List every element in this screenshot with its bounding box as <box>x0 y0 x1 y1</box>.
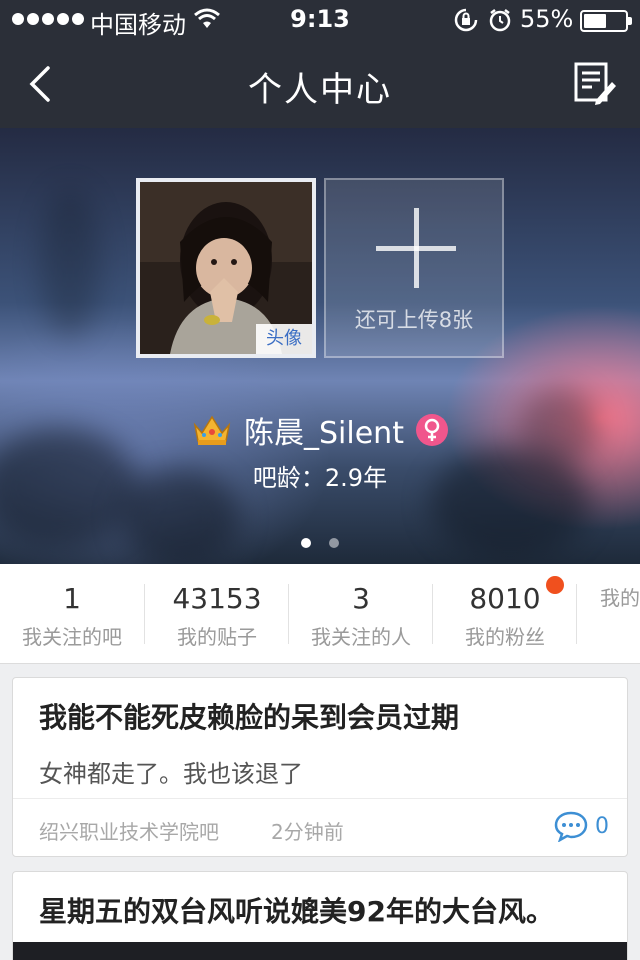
stat-number: 43153 <box>172 582 262 615</box>
stat-followed-bars[interactable]: 1 我关注的吧 <box>0 564 144 664</box>
post-title: 星期五的双台风听说媲美92年的大台风。 <box>39 895 554 928</box>
status-bar: 中国移动 9:13 55% <box>0 0 640 40</box>
alarm-icon <box>489 9 511 32</box>
edit-note-icon[interactable] <box>572 60 618 106</box>
page-dot <box>301 538 311 548</box>
stat-my-posts[interactable]: 43153 我的贴子 <box>145 564 289 664</box>
stat-more[interactable]: 我的 <box>577 564 640 664</box>
crown-icon <box>193 415 231 445</box>
orientation-lock-icon <box>454 8 478 32</box>
stat-number: 3 <box>352 582 370 615</box>
stat-number: 1 <box>63 582 81 615</box>
post-time: 2分钟前 <box>271 820 344 844</box>
bar-age: 吧龄：2.9年 <box>252 464 388 492</box>
post-image <box>13 942 627 960</box>
post-source-bar[interactable]: 绍兴职业技术学院吧 <box>39 816 219 845</box>
avatar-photo[interactable]: 头像 <box>136 178 316 358</box>
stat-label: 我的粉丝 <box>465 625 545 649</box>
stats-bar: 1 我关注的吧 43153 我的贴子 3 我关注的人 8010 我的粉丝 我的 <box>0 564 640 664</box>
new-fans-badge <box>546 576 564 594</box>
upload-hint: 还可上传8张 <box>354 308 474 332</box>
stat-label: 我的贴子 <box>177 625 257 649</box>
comment-button[interactable]: 0 <box>553 810 609 842</box>
stat-label: 我关注的人 <box>311 625 411 649</box>
post-excerpt: 女神都走了。我也该退了 <box>39 760 303 788</box>
username: 陈晨_Silent <box>244 416 404 451</box>
post-card[interactable]: 我能不能死皮赖脸的呆到会员过期 女神都走了。我也该退了 绍兴职业技术学院吧 2分… <box>12 677 628 857</box>
battery-percent: 55% <box>520 5 574 33</box>
user-info: 陈晨_Silent <box>0 408 640 452</box>
battery-icon <box>580 10 632 32</box>
avatar-label: 头像 <box>256 324 312 354</box>
stat-following[interactable]: 3 我关注的人 <box>289 564 433 664</box>
stat-label: 我的 <box>600 586 640 610</box>
profile-header: 头像 还可上传8张 陈晨_Silent 吧龄：2.9年 <box>0 128 640 564</box>
comment-count: 0 <box>595 813 609 839</box>
carousel-indicator <box>0 538 640 548</box>
comment-icon <box>554 811 588 842</box>
nav-bar: 个人中心 <box>0 40 640 128</box>
post-card[interactable]: 星期五的双台风听说媲美92年的大台风。 <box>12 871 628 960</box>
female-icon <box>415 414 448 446</box>
post-title: 我能不能死皮赖脸的呆到会员过期 <box>39 701 460 734</box>
page-title: 个人中心 <box>248 70 392 110</box>
upload-photo-button[interactable]: 还可上传8张 <box>324 178 504 358</box>
divider <box>13 798 627 799</box>
stat-label: 我关注的吧 <box>22 625 122 649</box>
page-dot <box>329 538 339 548</box>
